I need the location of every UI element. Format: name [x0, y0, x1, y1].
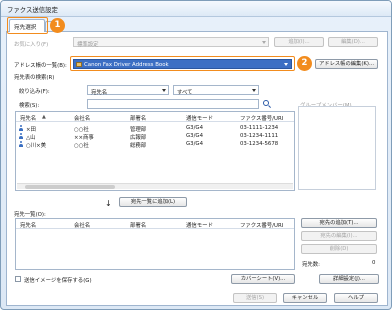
callout-badge-1: 1	[50, 18, 65, 33]
tab-highlight-frame	[7, 17, 48, 34]
chevron-down-icon	[252, 89, 256, 92]
scrollbar-thumb[interactable]	[25, 185, 115, 189]
address-table[interactable]: 宛先名 会社名 部署名 通信モード ファクス番号/URI ×田 ○○社 管理部 …	[15, 111, 295, 191]
column-header-company[interactable]: 会社名	[74, 221, 90, 229]
cell-department: 総務部	[130, 143, 147, 149]
favorites-select[interactable]: 標準設定	[73, 37, 269, 48]
add-to-destination-list-button[interactable]: 宛先一覧に追加(L)	[119, 197, 187, 207]
fax-settings-dialog: ファクス送信設定 宛先選択 1 お気に入り(F) 標準設定 追加(I)... 編…	[0, 0, 392, 310]
window-title: ファクス送信設定	[7, 6, 58, 14]
destination-count-value: 0	[372, 260, 376, 266]
chevron-down-icon	[284, 63, 288, 66]
cell-fax-number: 03-1111-1234	[240, 125, 279, 131]
cell-company: ○○社	[74, 143, 89, 149]
callout-badge-2: 2	[297, 56, 312, 71]
person-icon	[19, 141, 23, 147]
table-row[interactable]: ×田 ○○社 管理部 G3/G4 03-1111-1234	[16, 124, 294, 133]
filter-field-value: 宛先名	[91, 90, 108, 96]
address-book-icon	[76, 62, 82, 67]
cancel-button[interactable]: キャンセル	[283, 293, 327, 303]
search-label: 検索(S):	[19, 103, 40, 109]
favorites-add-button[interactable]: 追加(I)...	[274, 37, 324, 47]
delete-destination-button[interactable]: 削除(D)	[301, 244, 377, 254]
address-book-value: Canon Fax Driver Address Book	[84, 62, 169, 68]
column-header-company[interactable]: 会社名	[74, 114, 90, 122]
detail-settings-button[interactable]: 詳細設定(J)...	[319, 274, 379, 284]
group-member-list[interactable]	[298, 106, 376, 190]
cell-mode: G3/G4	[186, 141, 204, 147]
help-button[interactable]: ヘルプ	[334, 293, 378, 303]
filter-scope-value: すべて	[177, 90, 193, 96]
favorites-value: 標準設定	[77, 42, 99, 48]
address-table-header: 宛先名 会社名 部署名 通信モード ファクス番号/URI	[16, 112, 294, 122]
arrow-down-icon: ↓	[105, 199, 112, 208]
column-header-name[interactable]: 宛先名	[20, 221, 36, 229]
destination-list-label: 宛先一覧(O):	[14, 212, 46, 218]
title-bar: ファクス送信設定	[1, 1, 391, 17]
send-button[interactable]: 送信(S)	[233, 293, 277, 303]
column-header-fax-number[interactable]: ファクス番号/URI	[240, 114, 283, 122]
favorites-edit-button[interactable]: 編集(D)...	[328, 37, 378, 47]
column-header-department[interactable]: 部署名	[130, 114, 146, 122]
search-input[interactable]	[87, 99, 259, 109]
cell-fax-number: 03-1234-5678	[240, 141, 279, 147]
chevron-down-icon	[162, 89, 166, 92]
destination-list-header: 宛先名 会社名 部署名 通信モード ファクス番号/URI	[16, 219, 294, 229]
cell-name: ○川×美	[26, 143, 47, 149]
column-header-mode[interactable]: 通信モード	[186, 221, 213, 229]
person-icon	[19, 133, 23, 139]
search-section-label: 宛先表の検索(R)	[14, 75, 55, 81]
column-header-name[interactable]: 宛先名	[20, 114, 36, 122]
address-book-label: アドレス帳の一覧(B):	[14, 63, 67, 69]
edit-destination-button[interactable]: 宛先の編集(I)...	[301, 231, 377, 241]
search-icon[interactable]	[263, 100, 269, 106]
destination-list-table[interactable]: 宛先名 会社名 部署名 通信モード ファクス番号/URI	[15, 218, 295, 270]
favorites-label: お気に入り(F)	[14, 42, 49, 48]
edit-address-book-button[interactable]: アドレス帳の編集(K)...	[315, 59, 378, 69]
person-icon	[19, 125, 23, 131]
cell-mode: G3/G4	[186, 133, 204, 139]
chevron-down-icon	[262, 41, 266, 44]
cover-sheet-button[interactable]: カバーシート(V)...	[231, 274, 295, 284]
filter-label: 絞り込み(F):	[19, 89, 50, 95]
table-row[interactable]: ○川×美 ○○社 総務部 G3/G4 03-1234-5678	[16, 140, 294, 149]
cell-mode: G3/G4	[186, 125, 204, 131]
filter-field-select[interactable]: 宛先名	[87, 85, 169, 96]
save-image-checkbox[interactable]	[15, 276, 21, 282]
destination-count-label: 宛先数:	[302, 262, 320, 268]
horizontal-scrollbar[interactable]	[17, 183, 293, 189]
cell-fax-number: 03-1234-1111	[240, 133, 279, 139]
column-header-mode[interactable]: 通信モード	[186, 114, 213, 122]
address-book-select[interactable]: Canon Fax Driver Address Book	[73, 59, 292, 69]
column-header-department[interactable]: 部署名	[130, 221, 146, 229]
save-image-label: 送信イメージを保存する(G)	[24, 278, 92, 284]
column-header-fax-number[interactable]: ファクス番号/URI	[240, 221, 283, 229]
filter-scope-select[interactable]: すべて	[173, 85, 259, 96]
sort-ascending-icon: ▲	[42, 114, 46, 120]
table-row[interactable]: △山 ××商事 広報部 G3/G4 03-1234-1111	[16, 132, 294, 141]
add-destination-button[interactable]: 宛先の追加(T)...	[301, 218, 377, 228]
